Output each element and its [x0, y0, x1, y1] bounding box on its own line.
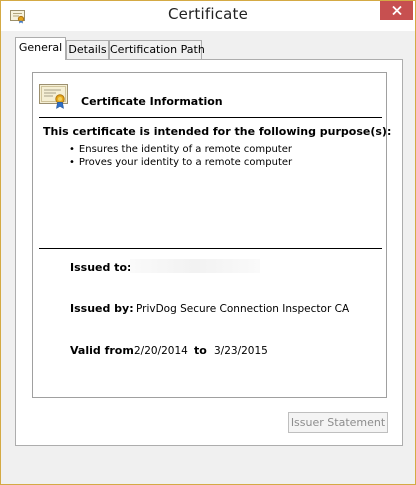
- purpose-list: Ensures the identity of a remote compute…: [69, 143, 292, 169]
- issued-by-label: Issued by:: [70, 302, 134, 315]
- close-icon: [391, 6, 402, 15]
- issued-to-label: Issued to:: [70, 261, 132, 274]
- tab-general[interactable]: General: [15, 37, 66, 60]
- purpose-heading: This certificate is intended for the fol…: [43, 125, 392, 138]
- general-tab-panel: Certificate Information This certificate…: [15, 59, 403, 446]
- window-title: Certificate: [167, 5, 249, 23]
- title-bar[interactable]: Certificate: [1, 1, 415, 31]
- purpose-item: Ensures the identity of a remote compute…: [69, 143, 292, 156]
- tab-certification-path[interactable]: Certification Path: [109, 40, 205, 60]
- divider: [39, 248, 382, 249]
- close-button[interactable]: [380, 1, 413, 20]
- divider: [39, 117, 382, 118]
- issued-to-value: [130, 259, 260, 273]
- certificate-info-title: Certificate Information: [81, 95, 223, 108]
- valid-from-value: 2/20/2014: [134, 345, 188, 357]
- valid-from-label: Valid from: [70, 344, 134, 357]
- certificate-window: Certificate General Details Certificatio…: [0, 0, 416, 485]
- issuer-statement-button[interactable]: Issuer Statement: [288, 412, 388, 433]
- valid-to-label: to: [194, 344, 207, 357]
- certificate-info-box: Certificate Information This certificate…: [32, 72, 391, 398]
- certificate-icon: [39, 84, 69, 110]
- valid-to-value: 3/23/2015: [214, 345, 268, 357]
- issued-by-value: PrivDog Secure Connection Inspector CA: [136, 303, 350, 315]
- purpose-item: Proves your identity to a remote compute…: [69, 156, 292, 169]
- tab-details[interactable]: Details: [66, 40, 109, 60]
